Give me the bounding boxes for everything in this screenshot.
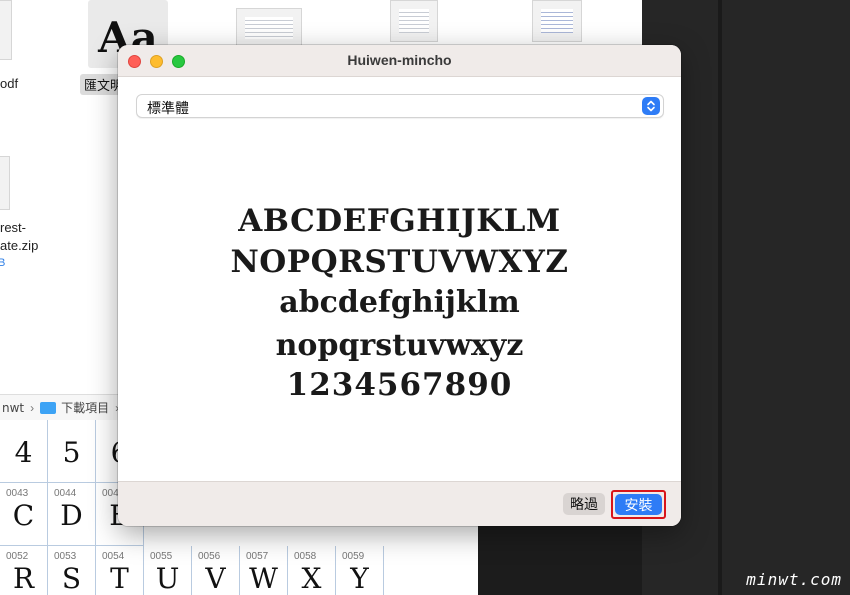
glyph: D xyxy=(60,499,83,532)
glyph: 5 xyxy=(62,436,81,469)
preview-uppercase-line: NOPQRSTUVWXYZ xyxy=(230,244,569,280)
window-divider xyxy=(718,0,722,595)
glyph-code: 0059 xyxy=(342,551,365,562)
glyph-code: 0057 xyxy=(246,551,269,562)
watermark: minwt.com xyxy=(746,570,842,589)
glyph-code: 0043 xyxy=(6,488,29,499)
glyph-cell[interactable]: 0056 V xyxy=(192,546,240,595)
preview-digits-line: 1234567890 xyxy=(286,367,513,403)
glyph: S xyxy=(61,562,82,595)
chevron-right-icon: › xyxy=(30,400,35,415)
glyph: W xyxy=(249,562,278,595)
install-button[interactable]: 安裝 xyxy=(615,494,662,515)
glyph-cell[interactable]: 0043 C xyxy=(0,483,48,546)
title-bar: Huiwen-mincho xyxy=(118,45,681,77)
font-preview: ABCDEFGHIJKLM NOPQRSTUVWXYZ abcdefghijkl… xyxy=(118,133,681,478)
file-name: rest- xyxy=(0,220,26,235)
preview-lowercase-line: nopqrstuvwxyz xyxy=(275,328,524,363)
glyph: V xyxy=(205,562,226,595)
document-icon xyxy=(532,0,582,42)
dialog-footer: 略過 安裝 xyxy=(118,481,681,526)
preview-lowercase-line: abcdefghijklm xyxy=(279,285,520,320)
glyph-code: 0053 xyxy=(54,551,77,562)
path-crumb-downloads[interactable]: 下載項目 xyxy=(61,399,109,416)
glyph-code: 0055 xyxy=(150,551,173,562)
glyph-cell[interactable]: 0044 D xyxy=(48,483,96,546)
folder-icon xyxy=(40,401,57,414)
glyph-cell[interactable]: 0053 S xyxy=(48,546,96,595)
skip-button[interactable]: 略過 xyxy=(563,493,605,515)
glyph-cell[interactable]: 0058 X xyxy=(288,546,336,595)
preview-uppercase-line: ABCDEFGHIJKLM xyxy=(238,203,561,239)
glyph-code: 0054 xyxy=(102,551,125,562)
glyph-cell[interactable]: 0057 W xyxy=(240,546,288,595)
font-style-select-value: 標準體 xyxy=(147,101,189,117)
glyph-cell[interactable]: 5 xyxy=(48,420,96,483)
glyph: C xyxy=(12,499,35,532)
archive-icon xyxy=(0,156,10,210)
document-icon xyxy=(0,0,12,60)
document-icon xyxy=(390,0,438,42)
document-icon xyxy=(236,8,302,48)
file-name: ate.zip xyxy=(0,238,39,253)
file-name: odf xyxy=(0,76,19,91)
glyph-code: 0058 xyxy=(294,551,317,562)
font-install-dialog: Huiwen-mincho 標準體 ABCDEFGHIJKLM NOPQRSTU… xyxy=(118,45,681,526)
file-size: B xyxy=(0,257,6,269)
up-down-chevron-icon xyxy=(642,97,660,115)
glyph-cell[interactable]: 0054 T xyxy=(96,546,144,595)
glyph: 4 xyxy=(14,436,33,469)
glyph: Y xyxy=(350,562,369,595)
glyph-cell[interactable]: 0059 Y xyxy=(336,546,384,595)
glyph: U xyxy=(155,562,180,595)
window-title: Huiwen-mincho xyxy=(347,52,452,68)
glyph-cell[interactable]: 4 xyxy=(0,420,48,483)
glyph: R xyxy=(12,562,35,595)
glyph: T xyxy=(110,562,129,595)
glyph-cell[interactable]: 0052 R xyxy=(0,546,48,595)
path-crumb-user[interactable]: nwt xyxy=(2,401,24,415)
font-style-select[interactable]: 標準體 xyxy=(136,94,664,118)
glyph-code: 0044 xyxy=(54,488,77,499)
glyph-code: 0052 xyxy=(6,551,29,562)
glyph: X xyxy=(301,562,322,595)
glyph-cell[interactable]: 0055 U xyxy=(144,546,192,595)
glyph-code: 0056 xyxy=(198,551,221,562)
